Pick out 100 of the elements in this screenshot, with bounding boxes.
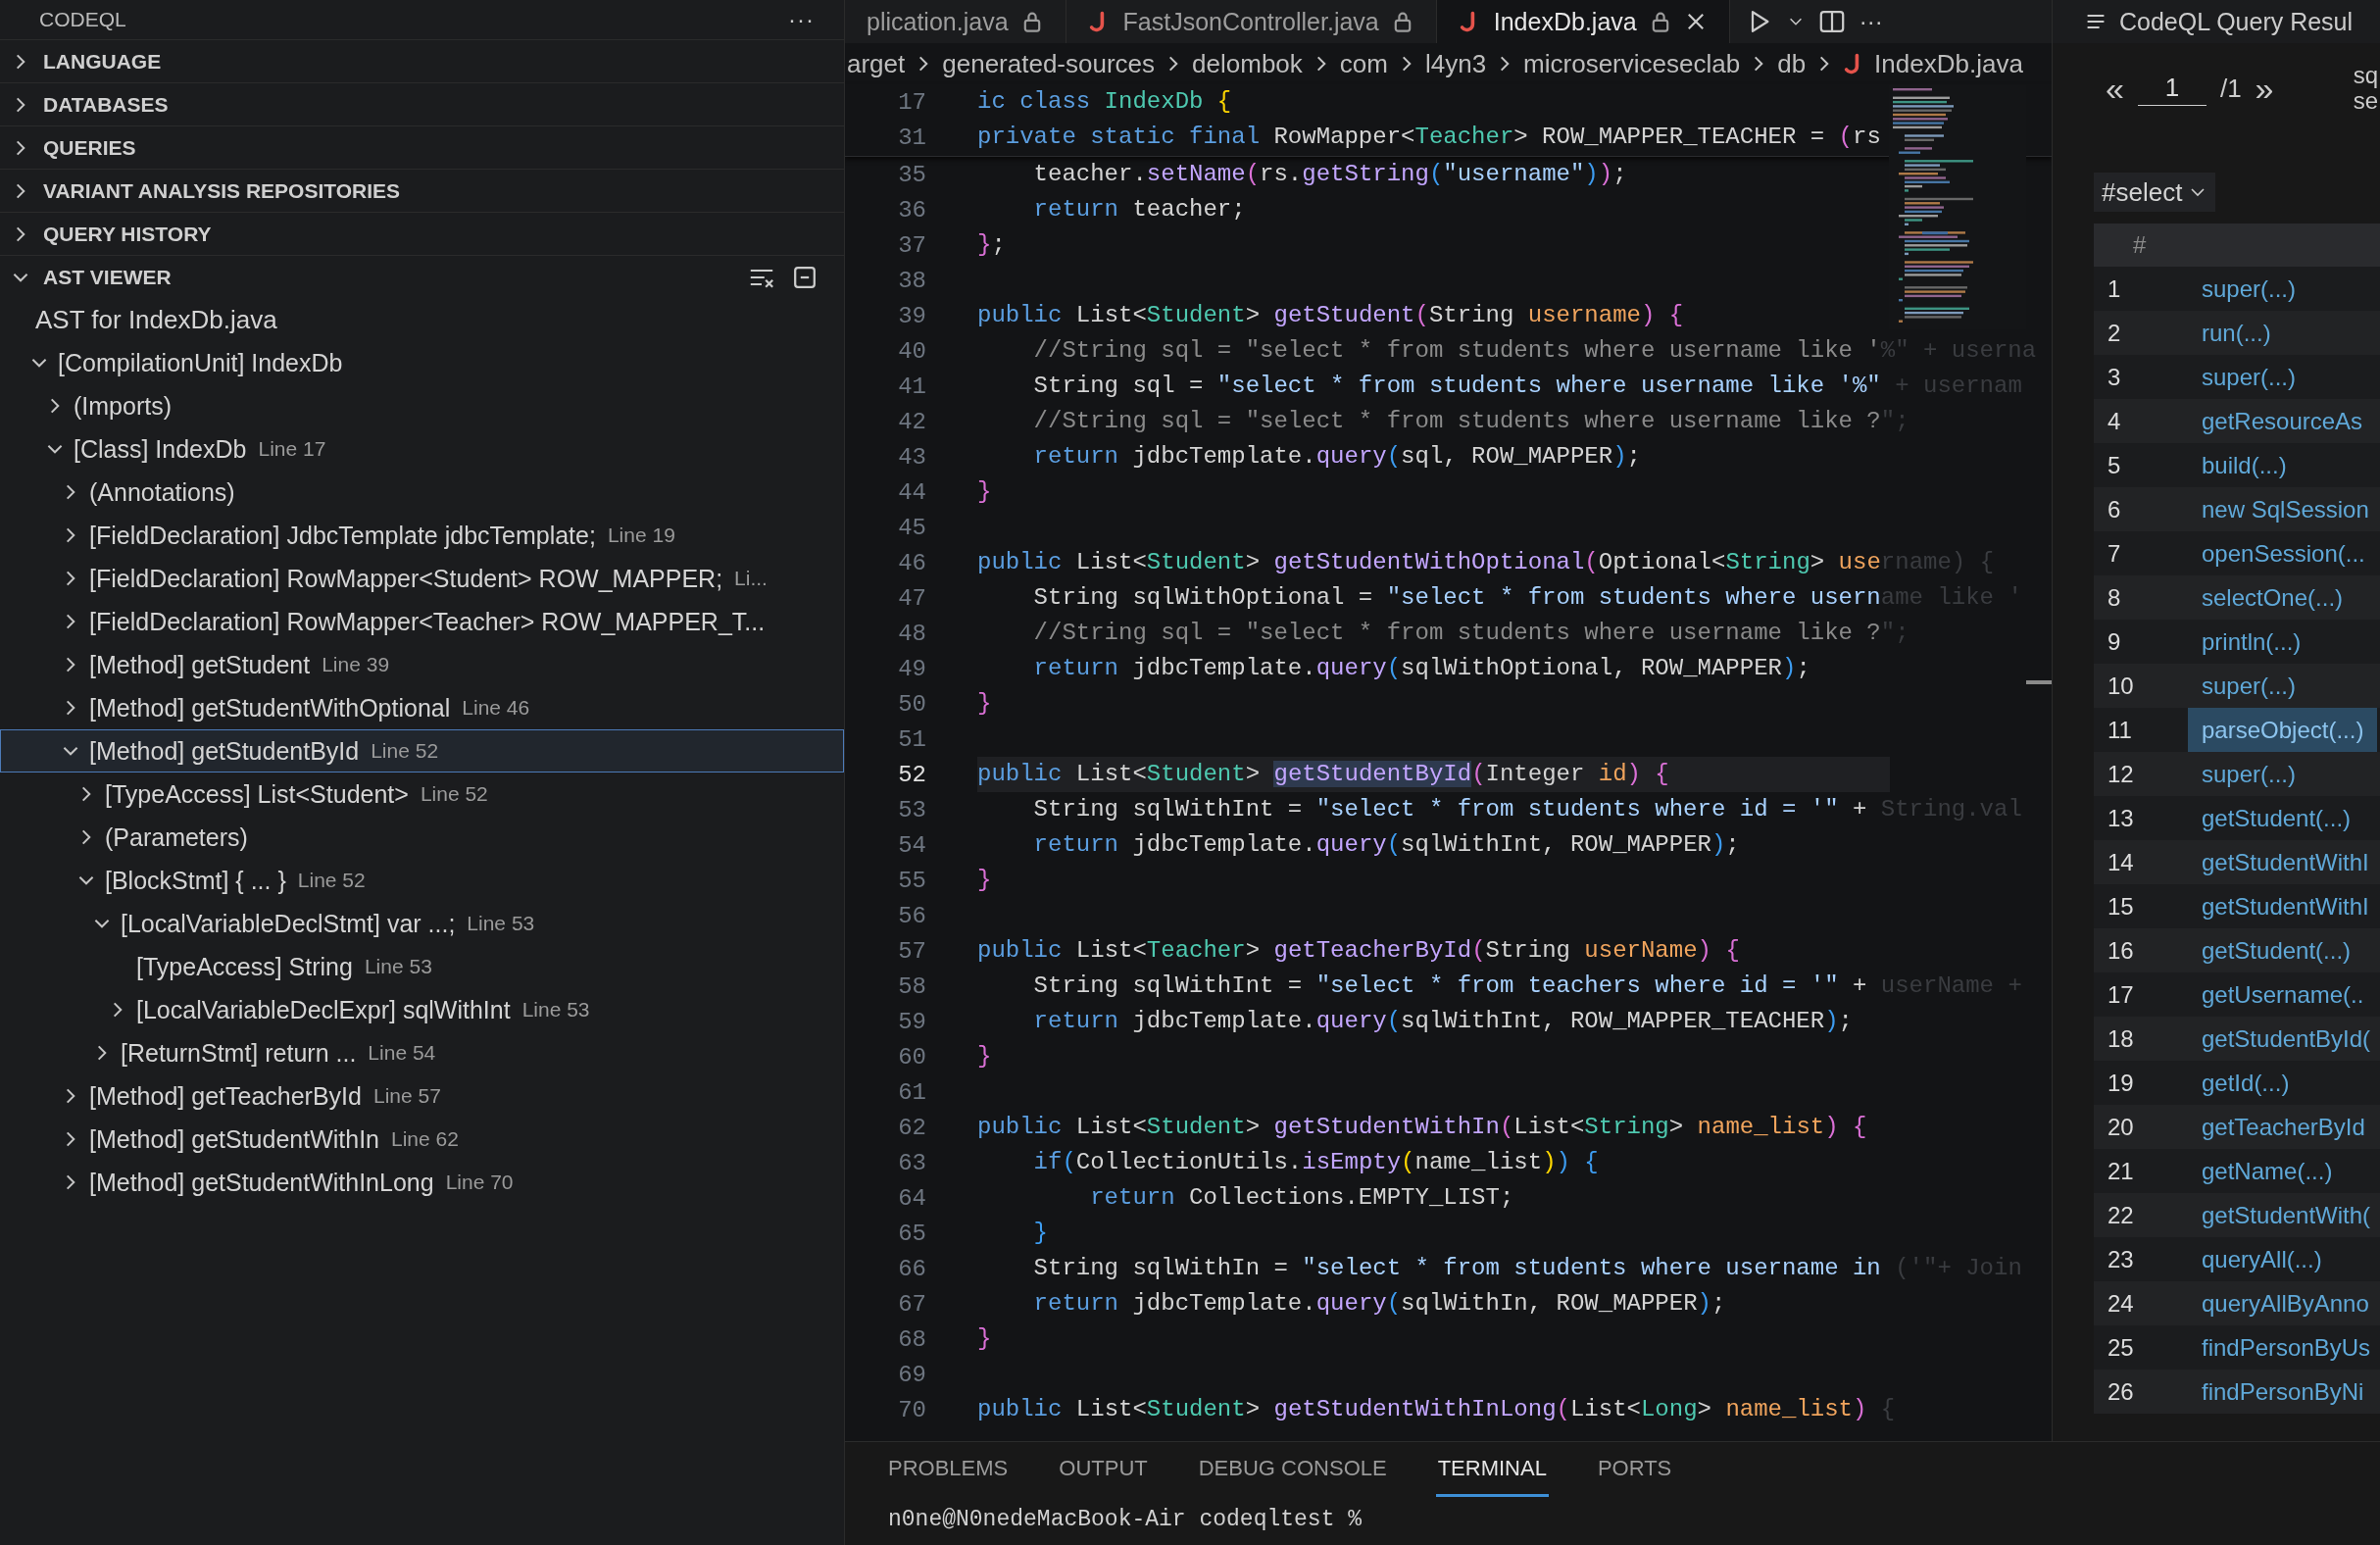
tree-item[interactable]: [FieldDeclaration] RowMapper<Teacher> ROW_MAPPER_T... <box>0 600 844 643</box>
row-number: 21 <box>2107 1157 2135 1185</box>
breadcrumb[interactable]: db <box>1777 48 1807 79</box>
result-link[interactable]: run(...) <box>2188 311 2285 355</box>
line-number: 51 <box>897 725 926 753</box>
result-link[interactable]: findPersonByNi <box>2188 1370 2378 1414</box>
line-number: 63 <box>897 1149 926 1176</box>
split-editor-icon[interactable] <box>1817 8 1846 35</box>
tree-item[interactable]: [Method] getStudentWithInLong Line 70 <box>0 1161 844 1204</box>
tree-item[interactable]: [Method] getStudentWithIn Line 62 <box>0 1118 844 1161</box>
row-number: 5 <box>2107 451 2122 479</box>
result-link[interactable]: super(...) <box>2188 664 2310 708</box>
result-link[interactable]: getStudent(...) <box>2188 928 2365 972</box>
line-number: 58 <box>897 972 926 1000</box>
result-link[interactable]: selectOne(...) <box>2188 575 2357 620</box>
result-link[interactable]: openSession(... <box>2188 531 2379 575</box>
breadcrumb[interactable]: arget <box>847 48 906 79</box>
tree-item[interactable]: [LocalVariableDeclExpr] sqlWithInt Line 53 <box>0 988 844 1031</box>
tree-item[interactable]: [BlockStmt] { ... } Line 52 <box>0 859 844 902</box>
panel-title: CodeQL Query Resul <box>2119 7 2354 36</box>
tree-item[interactable]: (Annotations) <box>0 471 844 514</box>
line-number: 66 <box>897 1255 926 1282</box>
section-header[interactable]: DATABASES <box>0 82 844 125</box>
code-line: } <box>977 689 992 719</box>
row-number: 1 <box>2107 274 2122 303</box>
result-link[interactable]: getStudentWithI <box>2188 884 2380 928</box>
result-link[interactable]: getTeacherById <box>2188 1105 2379 1149</box>
result-link[interactable]: getUsername(.. <box>2188 972 2378 1017</box>
code-line: if(CollectionUtils.isEmpty(name_list)) { <box>1032 1148 1599 1177</box>
row-number: 7 <box>2107 539 2122 568</box>
result-link[interactable]: super(...) <box>2188 355 2310 399</box>
previous-page-button[interactable]: « <box>2106 69 2124 108</box>
page-field[interactable]: 1 <box>2137 71 2206 106</box>
line-number: 39 <box>897 302 926 329</box>
tree-item[interactable]: (Parameters) <box>0 816 844 859</box>
tree-item[interactable]: (Imports) <box>0 384 844 427</box>
row-number: 19 <box>2107 1069 2135 1097</box>
tree-item[interactable]: [Method] getStudentById Line 52 <box>0 729 844 772</box>
tree-item[interactable]: [FieldDeclaration] RowMapper<Student> ROW_MAPPER; Li... <box>0 557 844 600</box>
section-header[interactable]: LANGUAGE <box>0 39 844 82</box>
result-link[interactable]: queryAllByAnno <box>2188 1281 2380 1325</box>
section-header[interactable]: AST VIEWER <box>0 255 844 298</box>
tree-item[interactable]: [Method] getStudentWithOptional Line 46 <box>0 686 844 729</box>
result-link[interactable]: println(...) <box>2188 620 2315 664</box>
result-link[interactable]: findPersonByUs <box>2188 1325 2380 1370</box>
result-link[interactable]: super(...) <box>2188 267 2310 311</box>
breadcrumb[interactable]: com <box>1339 48 1388 79</box>
line-number: 67 <box>897 1290 926 1318</box>
editor-tab[interactable]: FastJsonController.java <box>1066 0 1437 43</box>
tree-item[interactable]: [TypeAccess] String Line 53 <box>0 945 844 988</box>
section-header[interactable]: VARIANT ANALYSIS REPOSITORIES <box>0 169 844 212</box>
tree-item[interactable]: [CompilationUnit] IndexDb <box>0 341 844 384</box>
section-header[interactable]: QUERIES <box>0 125 844 169</box>
breadcrumb[interactable]: IndexDb.java <box>1843 48 2023 79</box>
result-link[interactable]: getStudentById( <box>2188 1017 2380 1061</box>
breadcrumb[interactable]: microserviceseclab <box>1523 48 1741 79</box>
line-number: 41 <box>897 373 926 400</box>
more-actions-button[interactable]: ··· <box>1859 8 1883 35</box>
line-number: 47 <box>897 584 926 612</box>
breadcrumb[interactable]: delombok <box>1192 48 1303 79</box>
breadcrumb[interactable]: l4yn3 <box>1424 48 1487 79</box>
row-number: 9 <box>2107 627 2122 656</box>
result-link[interactable]: getStudent(...) <box>2188 796 2365 840</box>
result-link[interactable]: queryAll(...) <box>2188 1237 2336 1281</box>
next-page-button[interactable]: » <box>2255 69 2274 108</box>
result-link[interactable]: getStudentWith( <box>2188 1193 2380 1237</box>
result-link[interactable]: new SqlSession <box>2188 487 2380 531</box>
code-line: return jdbcTemplate.query(sqlWithOptional, ROW_MAPPER); <box>1032 654 1810 683</box>
scroll-marker <box>2026 680 2052 684</box>
tree-item[interactable]: [Method] getTeacherById Line 57 <box>0 1074 844 1118</box>
tree-item[interactable]: [Class] IndexDb Line 17 <box>0 427 844 471</box>
panel-tab[interactable]: OUTPUT <box>1057 1442 1150 1497</box>
panel-tab[interactable]: PROBLEMS <box>886 1442 1011 1497</box>
row-number: 18 <box>2107 1024 2135 1053</box>
panel-tab[interactable]: DEBUG CONSOLE <box>1196 1442 1389 1497</box>
row-number: 23 <box>2107 1245 2135 1273</box>
more-actions-button[interactable]: ··· <box>788 6 815 33</box>
result-link[interactable]: parseObject(...) <box>2188 708 2378 752</box>
panel-tab[interactable]: PORTS <box>1595 1442 1674 1497</box>
code-line: } <box>977 477 992 507</box>
tree-item[interactable]: [Method] getStudent Line 39 <box>0 643 844 686</box>
result-link[interactable]: getStudentWithI <box>2188 840 2380 884</box>
editor-tab[interactable]: IndexDb.java <box>1436 0 1730 43</box>
result-link[interactable]: getId(...) <box>2188 1061 2304 1105</box>
tree-item[interactable]: [TypeAccess] List<Student> Line 52 <box>0 772 844 816</box>
result-link[interactable]: getName(...) <box>2188 1149 2347 1193</box>
result-link[interactable]: super(...) <box>2188 752 2310 796</box>
code-line: return jdbcTemplate.query(sql, ROW_MAPPER); <box>1032 442 1641 472</box>
tree-item[interactable]: [FieldDeclaration] JdbcTemplate jdbcTemplate; Line 19 <box>0 514 844 557</box>
result-set-dropdown[interactable]: #select <box>2094 173 2216 212</box>
editor-tab[interactable]: plication.java <box>845 0 1066 43</box>
tree-item[interactable]: [LocalVariableDeclStmt] var ...; Line 53 <box>0 902 844 945</box>
section-header[interactable]: QUERY HISTORY <box>0 212 844 255</box>
row-number: 6 <box>2107 495 2122 523</box>
panel-tab[interactable]: TERMINAL <box>1435 1442 1549 1497</box>
breadcrumb[interactable]: generated-sources <box>942 48 1156 79</box>
result-link[interactable]: getResourceAs <box>2188 399 2377 443</box>
line-number: 40 <box>897 337 926 365</box>
result-link[interactable]: build(...) <box>2188 443 2301 487</box>
tree-item[interactable]: [ReturnStmt] return ... Line 54 <box>0 1031 844 1074</box>
